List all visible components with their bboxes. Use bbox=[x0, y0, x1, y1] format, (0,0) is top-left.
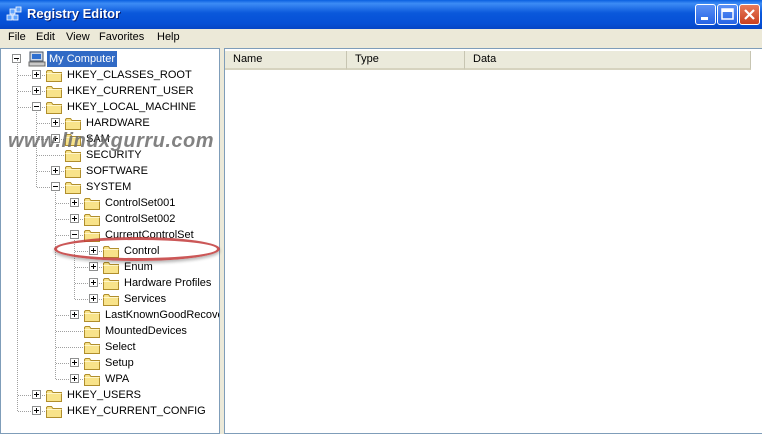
minimize-icon bbox=[701, 17, 708, 20]
expand-icon[interactable] bbox=[70, 310, 79, 319]
expand-icon[interactable] bbox=[70, 214, 79, 223]
tree-node-lastknowngoodrecove[interactable]: LastKnownGoodRecove bbox=[1, 307, 219, 323]
minimize-button[interactable] bbox=[695, 4, 716, 25]
expand-icon[interactable] bbox=[70, 198, 79, 207]
folder-open-icon bbox=[46, 101, 62, 114]
tree-connector bbox=[37, 155, 64, 156]
folder-icon bbox=[46, 85, 62, 98]
maximize-icon bbox=[721, 8, 734, 20]
tree-node-label[interactable]: MountedDevices bbox=[103, 323, 189, 339]
expand-icon[interactable] bbox=[32, 70, 41, 79]
tree-node-hkey-current-config[interactable]: HKEY_CURRENT_CONFIG bbox=[1, 403, 219, 419]
tree-node-controlset002[interactable]: ControlSet002 bbox=[1, 211, 219, 227]
folder-icon bbox=[84, 341, 100, 354]
folder-icon bbox=[65, 117, 81, 130]
tree-node-label[interactable]: HKEY_USERS bbox=[65, 387, 143, 403]
expand-icon[interactable] bbox=[89, 294, 98, 303]
menu-help[interactable]: Help bbox=[155, 29, 182, 47]
menu-file[interactable]: File bbox=[6, 29, 28, 47]
collapse-icon[interactable] bbox=[70, 230, 79, 239]
tree-node-label[interactable]: Select bbox=[103, 339, 138, 355]
tree-node-label[interactable]: Enum bbox=[122, 259, 155, 275]
column-header-data[interactable]: Data bbox=[465, 51, 751, 70]
watermark-text: www.linuxgurru.com bbox=[8, 130, 215, 152]
folder-icon bbox=[84, 373, 100, 386]
expand-icon[interactable] bbox=[51, 118, 60, 127]
tree-connector bbox=[56, 347, 83, 348]
column-header-type[interactable]: Type bbox=[347, 51, 465, 70]
tree-node-hkey-local-machine[interactable]: HKEY_LOCAL_MACHINE bbox=[1, 99, 219, 115]
close-button[interactable] bbox=[739, 4, 760, 25]
highlight-ellipse bbox=[54, 237, 220, 261]
tree-node-enum[interactable]: Enum bbox=[1, 259, 219, 275]
folder-icon bbox=[103, 277, 119, 290]
folder-icon bbox=[84, 357, 100, 370]
tree-node-label[interactable]: Hardware Profiles bbox=[122, 275, 213, 291]
folder-open-icon bbox=[65, 181, 81, 194]
tree-node-label[interactable]: HARDWARE bbox=[84, 115, 152, 131]
folder-icon bbox=[84, 213, 100, 226]
folder-icon bbox=[46, 69, 62, 82]
expand-icon[interactable] bbox=[51, 166, 60, 175]
maximize-button[interactable] bbox=[717, 4, 738, 25]
tree-node-label[interactable]: HKEY_CLASSES_ROOT bbox=[65, 67, 194, 83]
tree-node-label[interactable]: ControlSet002 bbox=[103, 211, 177, 227]
close-icon bbox=[744, 9, 755, 20]
title-bar[interactable]: Registry Editor bbox=[0, 0, 762, 29]
tree-node-select[interactable]: Select bbox=[1, 339, 219, 355]
collapse-icon[interactable] bbox=[32, 102, 41, 111]
expand-icon[interactable] bbox=[70, 374, 79, 383]
expand-icon[interactable] bbox=[32, 406, 41, 415]
folder-icon bbox=[84, 325, 100, 338]
tree-connector bbox=[56, 331, 83, 332]
folder-icon bbox=[84, 309, 100, 322]
menu-bar: File Edit View Favorites Help bbox=[0, 29, 762, 47]
tree-node-label[interactable]: HKEY_CURRENT_USER bbox=[65, 83, 196, 99]
tree-node-label[interactable]: SOFTWARE bbox=[84, 163, 150, 179]
tree-node-hardware-profiles[interactable]: Hardware Profiles bbox=[1, 275, 219, 291]
tree-node-mounteddevices[interactable]: MountedDevices bbox=[1, 323, 219, 339]
tree-node-label[interactable]: ControlSet001 bbox=[103, 195, 177, 211]
tree-node-services[interactable]: Services bbox=[1, 291, 219, 307]
tree-node-hkey-classes-root[interactable]: HKEY_CLASSES_ROOT bbox=[1, 67, 219, 83]
tree-node-label[interactable]: SYSTEM bbox=[84, 179, 133, 195]
registry-editor-icon bbox=[6, 6, 22, 22]
folder-icon bbox=[84, 197, 100, 210]
tree-node-hkey-current-user[interactable]: HKEY_CURRENT_USER bbox=[1, 83, 219, 99]
menu-edit[interactable]: Edit bbox=[34, 29, 57, 47]
registry-values-pane[interactable]: Name Type Data bbox=[224, 48, 762, 434]
collapse-icon[interactable] bbox=[51, 182, 60, 191]
window-title: Registry Editor bbox=[27, 6, 121, 21]
expand-icon[interactable] bbox=[70, 358, 79, 367]
tree-node-software[interactable]: SOFTWARE bbox=[1, 163, 219, 179]
menu-view[interactable]: View bbox=[64, 29, 92, 47]
tree-node-system[interactable]: SYSTEM bbox=[1, 179, 219, 195]
folder-icon bbox=[103, 261, 119, 274]
tree-node-setup[interactable]: Setup bbox=[1, 355, 219, 371]
expand-icon[interactable] bbox=[89, 278, 98, 287]
expand-icon[interactable] bbox=[32, 390, 41, 399]
folder-icon bbox=[46, 405, 62, 418]
tree-node-wpa[interactable]: WPA bbox=[1, 371, 219, 387]
tree-node-my-computer[interactable]: My Computer bbox=[1, 50, 219, 68]
folder-icon bbox=[46, 389, 62, 402]
tree-node-hkey-users[interactable]: HKEY_USERS bbox=[1, 387, 219, 403]
tree-node-label[interactable]: LastKnownGoodRecove bbox=[103, 307, 219, 323]
tree-node-label[interactable]: HKEY_CURRENT_CONFIG bbox=[65, 403, 208, 419]
tree-node-label[interactable]: My Computer bbox=[45, 50, 119, 68]
tree-node-controlset001[interactable]: ControlSet001 bbox=[1, 195, 219, 211]
menu-favorites[interactable]: Favorites bbox=[97, 29, 146, 47]
tree-node-label[interactable]: HKEY_LOCAL_MACHINE bbox=[65, 99, 198, 115]
expand-icon[interactable] bbox=[89, 262, 98, 271]
column-header-name[interactable]: Name bbox=[225, 51, 347, 70]
tree-node-label[interactable]: Setup bbox=[103, 355, 136, 371]
tree-node-label[interactable]: Services bbox=[122, 291, 168, 307]
folder-icon bbox=[103, 293, 119, 306]
expand-icon[interactable] bbox=[32, 86, 41, 95]
tree-node-hardware[interactable]: HARDWARE bbox=[1, 115, 219, 131]
folder-icon bbox=[65, 165, 81, 178]
tree-node-label[interactable]: WPA bbox=[103, 371, 131, 387]
